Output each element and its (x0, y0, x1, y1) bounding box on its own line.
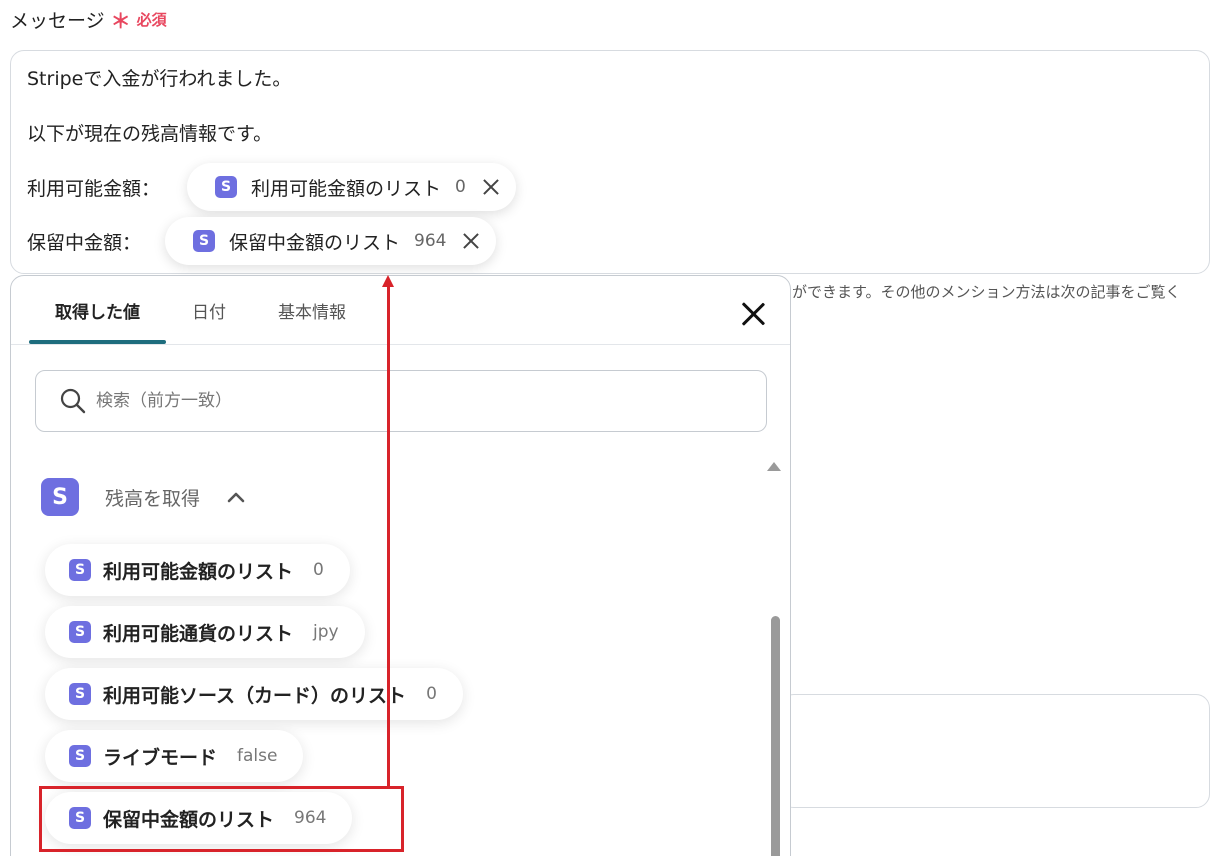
item-label: ライブモード (103, 746, 218, 769)
scroll-up-arrow-icon[interactable] (767, 462, 781, 471)
item-value: jpy (313, 622, 339, 642)
remove-chip-icon[interactable] (460, 230, 482, 252)
group-title: 残高を取得 (105, 487, 201, 510)
item-label: 利用可能通貨のリスト (103, 622, 294, 645)
message-textarea[interactable]: Stripeで入金が行われました。 以下が現在の残高情報です。 利用可能金額： … (10, 50, 1210, 274)
tab-fetched-values[interactable]: 取得した値 (29, 276, 166, 344)
close-icon[interactable] (739, 300, 767, 328)
stripe-icon: S (69, 559, 91, 581)
stripe-icon: S (69, 745, 91, 767)
item-value: false (237, 746, 278, 766)
item-value: 0 (313, 560, 324, 580)
stripe-icon: S (69, 683, 91, 705)
available-amount-label: 利用可能金額： (27, 178, 161, 200)
editor-root: メッセージ ＊ 必須 Stripeで入金が行われました。 以下が現在の残高情報で… (0, 0, 1219, 856)
stripe-icon: S (215, 176, 237, 198)
background-input-box[interactable] (780, 694, 1210, 808)
chip-value: 964 (414, 231, 447, 251)
message-field-label: メッセージ ＊ 必須 (10, 4, 167, 34)
list-item[interactable]: S 利用可能金額のリスト 0 (45, 544, 350, 596)
item-label: 保留中金額のリスト (103, 808, 275, 831)
list-item[interactable]: S 利用可能通貨のリスト jpy (45, 606, 365, 658)
item-value: 0 (426, 684, 437, 704)
chevron-up-icon[interactable] (226, 490, 246, 504)
search-input[interactable] (96, 391, 716, 411)
tabs-divider (11, 344, 790, 345)
tab-date[interactable]: 日付 (166, 276, 252, 344)
message-line-2: 以下が現在の残高情報です。 (27, 123, 273, 145)
list-item-pending-amount[interactable]: S 保留中金額のリスト 964 (45, 792, 353, 844)
stripe-icon: S (41, 478, 79, 516)
available-amount-mention-chip[interactable]: S 利用可能金額のリスト 0 (187, 163, 516, 211)
pending-amount-mention-chip[interactable]: S 保留中金額のリスト 964 (165, 217, 497, 265)
scrollbar-thumb[interactable] (771, 616, 780, 856)
value-picker-popup: 取得した値 日付 基本情報 S 残高を取得 S 利用可能金額のリスト 0 (10, 275, 791, 856)
tab-basic-info[interactable]: 基本情報 (252, 276, 372, 344)
list-item[interactable]: S ライブモード false (45, 730, 304, 782)
required-asterisk-icon: ＊ (110, 8, 131, 33)
popup-tabs: 取得した値 日付 基本情報 (29, 276, 372, 344)
search-box[interactable] (35, 370, 767, 432)
annotation-arrow-line (387, 284, 390, 786)
chip-value: 0 (455, 177, 466, 197)
annotation-arrow-head-icon (382, 275, 394, 287)
search-icon (60, 388, 86, 414)
stripe-icon: S (193, 230, 215, 252)
help-text: ができます。その他のメンション方法は次の記事をご覧く (792, 283, 1181, 301)
item-label: 利用可能金額のリスト (103, 560, 294, 583)
chip-label: 利用可能金額のリスト (251, 177, 442, 200)
stripe-icon: S (69, 621, 91, 643)
item-label: 利用可能ソース（カード）のリスト (103, 684, 407, 707)
stripe-icon: S (69, 807, 91, 829)
chip-label: 保留中金額のリスト (229, 231, 401, 254)
required-text: 必須 (136, 10, 167, 29)
item-value: 964 (294, 808, 327, 828)
remove-chip-icon[interactable] (480, 176, 502, 198)
list-item[interactable]: S 利用可能ソース（カード）のリスト 0 (45, 668, 463, 720)
pending-amount-label: 保留中金額： (27, 232, 142, 254)
group-header-get-balance[interactable]: S 残高を取得 (41, 478, 246, 516)
message-line-1: Stripeで入金が行われました。 (27, 68, 292, 90)
field-label-text: メッセージ (10, 9, 105, 32)
